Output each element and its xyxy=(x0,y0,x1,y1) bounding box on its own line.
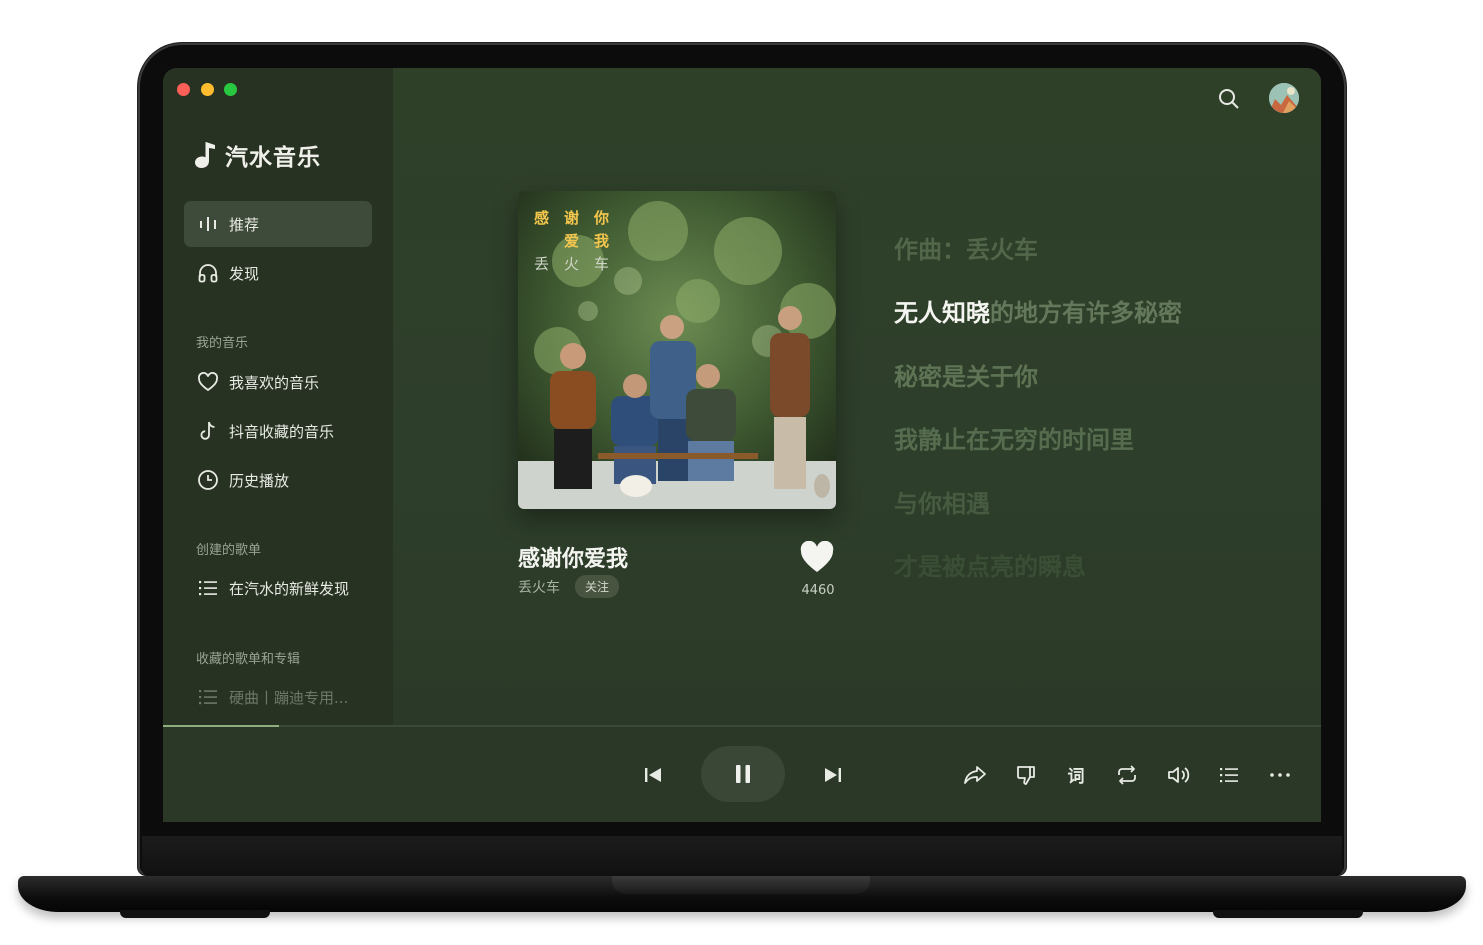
cover-title-char: 谢 xyxy=(564,209,580,227)
avatar-image xyxy=(1269,83,1299,113)
playlist-button[interactable] xyxy=(1214,760,1244,790)
list-icon xyxy=(197,686,219,708)
heart-filled-icon xyxy=(800,540,834,572)
sidebar-item-label: 历史播放 xyxy=(229,471,290,490)
sidebar-item-discover[interactable]: 发现 xyxy=(184,250,372,296)
laptop-hinge-notch xyxy=(612,876,870,894)
lyric-line: 才是被点亮的瞬息 xyxy=(894,553,1086,581)
more-icon xyxy=(1270,773,1290,777)
app-window: 汽水音乐 推荐 发现 我的音乐 我喜欢的音乐 抖音收藏的音乐 历史播放 创建的歌… xyxy=(163,68,1321,822)
follow-artist-button[interactable]: 关注 xyxy=(575,575,620,598)
sidebar-item-recommend[interactable]: 推荐 xyxy=(184,201,372,247)
app-name: 汽水音乐 xyxy=(225,145,321,171)
section-heading-my-music: 我的音乐 xyxy=(196,336,249,351)
heart-icon xyxy=(197,371,219,393)
like-count: 4460 xyxy=(801,583,835,598)
section-heading-created-playlists: 创建的歌单 xyxy=(196,543,262,558)
more-button[interactable] xyxy=(1265,760,1295,790)
dislike-button[interactable] xyxy=(1011,760,1041,790)
lyric-line-composer: 作曲：丢火车 xyxy=(894,236,1038,264)
section-heading-collected: 收藏的歌单和专辑 xyxy=(196,652,301,667)
cover-artist-char: 丢 xyxy=(534,255,550,273)
lyric-line: 秘密是关于你 xyxy=(894,363,1038,391)
share-icon xyxy=(964,766,986,784)
player-bar: 词 xyxy=(163,727,1321,822)
cover-artist-char: 火 xyxy=(564,255,580,273)
sidebar-item-playlist-fresh-finds[interactable]: 在汽水的新鲜发现 xyxy=(184,565,372,611)
laptop-chin xyxy=(142,836,1342,876)
lyric-line-current: 无人知晓的地方有许多秘密 xyxy=(894,293,1182,328)
lyric-line: 我静止在无穷的时间里 xyxy=(894,426,1134,454)
cover-title-char: 我 xyxy=(594,232,610,250)
pause-button[interactable] xyxy=(701,746,785,802)
lyric-unsung-part: 的地方有许多秘密 xyxy=(990,299,1182,327)
sidebar-item-douyin-collection[interactable]: 抖音收藏的音乐 xyxy=(184,408,372,454)
dislike-icon xyxy=(1017,766,1035,785)
song-title: 感谢你爱我 xyxy=(518,547,629,572)
playlist-icon xyxy=(1220,768,1238,783)
sidebar-item-history[interactable]: 历史播放 xyxy=(184,457,372,503)
headphones-icon xyxy=(197,262,219,284)
volume-button[interactable] xyxy=(1163,760,1193,790)
sidebar-item-label: 推荐 xyxy=(229,215,260,234)
list-icon xyxy=(197,577,219,599)
cover-artist-char: 车 xyxy=(594,255,610,273)
share-button[interactable] xyxy=(960,760,990,790)
clock-icon xyxy=(197,469,219,491)
album-cover[interactable]: 感 谢 你 爱 我 丢 火 车 xyxy=(518,191,836,509)
sidebar: 汽水音乐 推荐 发现 我的音乐 我喜欢的音乐 抖音收藏的音乐 历史播放 创建的歌… xyxy=(163,68,393,725)
cover-title-char: 爱 xyxy=(564,232,580,250)
repeat-button[interactable] xyxy=(1112,760,1142,790)
lyric-sung-part: 无人知晓 xyxy=(894,299,990,327)
sidebar-item-label: 发现 xyxy=(229,264,260,283)
cover-title-char: 你 xyxy=(594,209,610,227)
window-close-button[interactable] xyxy=(177,83,190,96)
cover-title-char: 感 xyxy=(534,209,550,227)
lyrics-button[interactable]: 词 xyxy=(1061,759,1091,789)
sidebar-item-label: 我喜欢的音乐 xyxy=(229,373,320,392)
tiktok-icon xyxy=(197,420,219,442)
window-minimize-button[interactable] xyxy=(201,83,214,96)
search-icon xyxy=(1219,89,1239,109)
now-playing-view: 感 谢 你 爱 我 丢 火 车 感谢你爱我 丢火车 关注 4460 作曲：丢火车… xyxy=(393,68,1321,725)
sidebar-item-playlist-hard-songs[interactable]: 硬曲丨蹦迪专用... xyxy=(184,674,372,720)
previous-button[interactable] xyxy=(638,761,668,789)
next-icon xyxy=(825,768,841,782)
volume-icon xyxy=(1168,767,1190,783)
next-button[interactable] xyxy=(818,761,848,789)
sidebar-item-liked-music[interactable]: 我喜欢的音乐 xyxy=(184,359,372,405)
sidebar-item-label: 在汽水的新鲜发现 xyxy=(229,579,350,598)
app-logo[interactable]: 汽水音乐 xyxy=(193,138,321,172)
like-button[interactable] xyxy=(799,540,835,575)
equalizer-icon xyxy=(197,213,219,235)
search-button[interactable] xyxy=(1216,86,1242,112)
lyric-line: 与你相遇 xyxy=(894,490,990,518)
pause-icon xyxy=(736,765,750,783)
repeat-icon xyxy=(1118,765,1136,785)
user-avatar[interactable] xyxy=(1267,81,1301,115)
sidebar-item-label: 硬曲丨蹦迪专用... xyxy=(229,688,349,707)
window-zoom-button[interactable] xyxy=(224,83,237,96)
laptop-foot-right xyxy=(1213,910,1363,918)
sidebar-item-label: 抖音收藏的音乐 xyxy=(229,422,335,441)
song-artist-link[interactable]: 丢火车 xyxy=(518,577,560,597)
previous-icon xyxy=(645,768,661,782)
laptop-foot-left xyxy=(120,910,270,918)
soda-music-logo-icon xyxy=(195,142,215,168)
